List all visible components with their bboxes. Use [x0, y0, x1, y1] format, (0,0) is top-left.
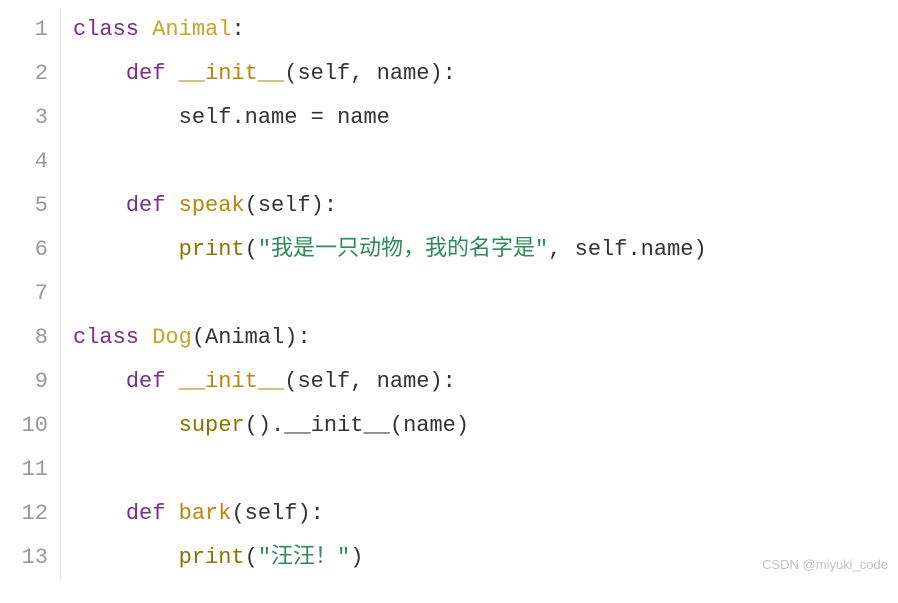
punctuation: , — [548, 237, 574, 262]
builtin-print: print — [179, 237, 245, 262]
code-line-empty — [73, 272, 898, 316]
punctuation: ): — [429, 61, 455, 86]
punctuation: ( — [192, 325, 205, 350]
code-editor: 1 2 3 4 5 6 7 8 9 10 11 12 13 class Anim… — [0, 0, 898, 580]
line-number: 4 — [0, 140, 48, 184]
code-line: print("汪汪！") — [73, 536, 898, 580]
string-literal: "汪汪！" — [258, 545, 350, 570]
code-content: class Animal: def __init__(self, name): … — [61, 8, 898, 580]
punctuation: ( — [245, 193, 258, 218]
parameter: self — [297, 369, 350, 394]
punctuation: , — [350, 61, 376, 86]
line-number: 9 — [0, 360, 48, 404]
code-line: print("我是一只动物，我的名字是", self.name) — [73, 228, 898, 272]
keyword-def: def — [126, 369, 179, 394]
function-name: speak — [179, 193, 245, 218]
identifier: self — [575, 237, 628, 262]
code-line-empty — [73, 140, 898, 184]
punctuation: ) — [456, 413, 469, 438]
method-call: __init__ — [284, 413, 390, 438]
punctuation: ( — [231, 501, 244, 526]
identifier: self — [179, 105, 232, 130]
punctuation: ( — [245, 237, 258, 262]
code-line: def __init__(self, name): — [73, 52, 898, 96]
identifier: name — [337, 105, 390, 130]
code-line: class Animal: — [73, 8, 898, 52]
line-number-gutter: 1 2 3 4 5 6 7 8 9 10 11 12 13 — [0, 8, 60, 580]
attribute: name — [245, 105, 298, 130]
line-number: 10 — [0, 404, 48, 448]
class-name: Dog — [152, 325, 192, 350]
line-number: 7 — [0, 272, 48, 316]
punctuation: ) — [693, 237, 706, 262]
code-line: class Dog(Animal): — [73, 316, 898, 360]
punctuation: ( — [284, 369, 297, 394]
function-name: __init__ — [179, 61, 285, 86]
indent — [73, 413, 179, 438]
parameter: self — [297, 61, 350, 86]
parameter: name — [377, 369, 430, 394]
line-number: 13 — [0, 536, 48, 580]
punctuation: ): — [429, 369, 455, 394]
class-name: Animal — [152, 17, 231, 42]
punctuation: . — [231, 105, 244, 130]
attribute: name — [641, 237, 694, 262]
function-name: __init__ — [179, 369, 285, 394]
argument: name — [403, 413, 456, 438]
operator: = — [297, 105, 337, 130]
parameter: self — [258, 193, 311, 218]
function-name: bark — [179, 501, 232, 526]
line-number: 2 — [0, 52, 48, 96]
indent — [73, 237, 179, 262]
builtin-super: super — [179, 413, 245, 438]
line-number: 1 — [0, 8, 48, 52]
punctuation: ) — [350, 545, 363, 570]
punctuation: . — [627, 237, 640, 262]
code-line: def __init__(self, name): — [73, 360, 898, 404]
line-number: 8 — [0, 316, 48, 360]
keyword-def: def — [126, 193, 179, 218]
code-line: self.name = name — [73, 96, 898, 140]
base-class: Animal — [205, 325, 284, 350]
punctuation: ): — [311, 193, 337, 218]
punctuation: ): — [284, 325, 310, 350]
punctuation: () — [245, 413, 271, 438]
line-number: 5 — [0, 184, 48, 228]
punctuation: ( — [390, 413, 403, 438]
builtin-print: print — [179, 545, 245, 570]
keyword-class: class — [73, 17, 152, 42]
indent — [73, 61, 126, 86]
line-number: 3 — [0, 96, 48, 140]
punctuation: ( — [284, 61, 297, 86]
punctuation: . — [271, 413, 284, 438]
parameter: name — [377, 61, 430, 86]
keyword-class: class — [73, 325, 152, 350]
string-literal: "我是一只动物，我的名字是" — [258, 237, 548, 262]
line-number: 12 — [0, 492, 48, 536]
parameter: self — [245, 501, 298, 526]
line-number: 6 — [0, 228, 48, 272]
indent — [73, 369, 126, 394]
code-line: super().__init__(name) — [73, 404, 898, 448]
code-line: def bark(self): — [73, 492, 898, 536]
keyword-def: def — [126, 61, 179, 86]
indent — [73, 193, 126, 218]
indent — [73, 105, 179, 130]
punctuation: ( — [245, 545, 258, 570]
indent — [73, 545, 179, 570]
punctuation: , — [350, 369, 376, 394]
keyword-def: def — [126, 501, 179, 526]
code-line-empty — [73, 448, 898, 492]
punctuation: : — [231, 17, 244, 42]
code-line: def speak(self): — [73, 184, 898, 228]
indent — [73, 501, 126, 526]
punctuation: ): — [297, 501, 323, 526]
line-number: 11 — [0, 448, 48, 492]
